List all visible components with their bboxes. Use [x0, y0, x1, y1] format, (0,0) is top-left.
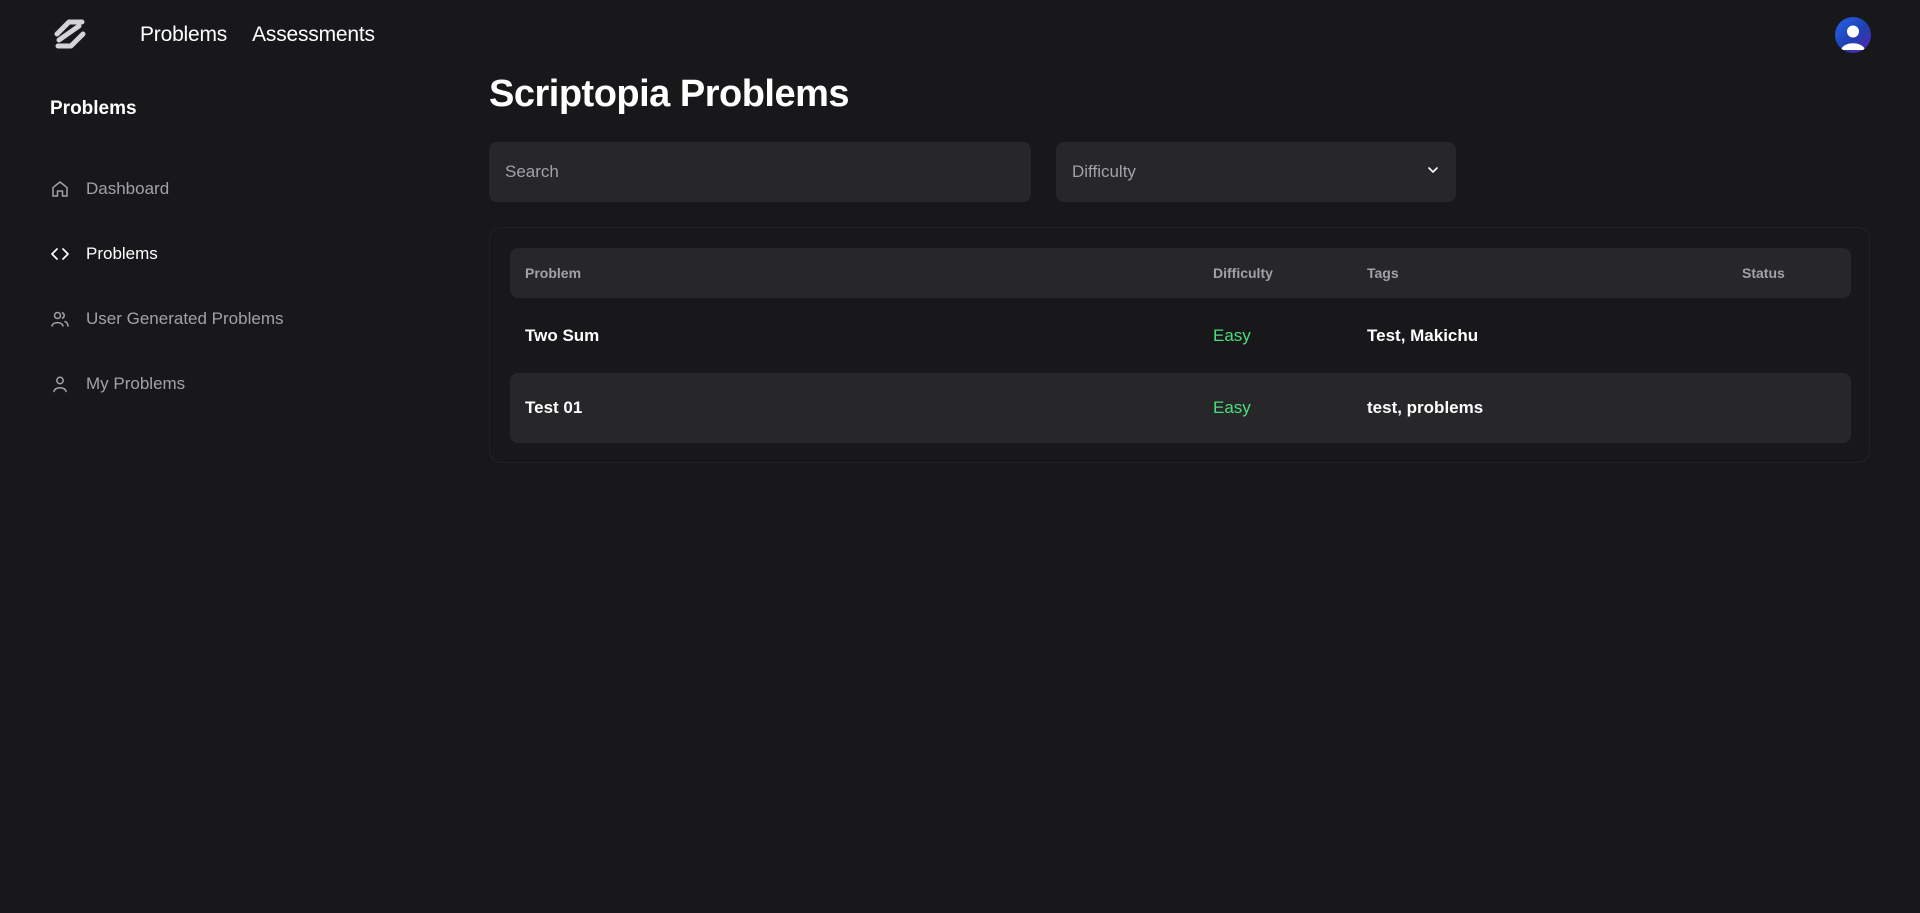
- table-row[interactable]: Two Sum Easy Test, Makichu: [510, 301, 1851, 371]
- sidebar: Problems Dashboard Problems User Generat…: [0, 70, 460, 913]
- search-input[interactable]: Search: [489, 142, 1031, 202]
- user-icon: [50, 374, 70, 394]
- sidebar-item-label: Dashboard: [86, 179, 170, 198]
- home-icon: [50, 179, 70, 199]
- code-icon: [50, 244, 70, 264]
- difficulty-select[interactable]: Difficulty: [1056, 142, 1456, 202]
- users-icon: [50, 309, 70, 329]
- column-header-problem[interactable]: Problem: [525, 248, 581, 298]
- problem-name[interactable]: Two Sum: [525, 301, 599, 371]
- sidebar-item-problems[interactable]: Problems: [50, 239, 158, 269]
- sidebar-item-label: My Problems: [86, 374, 186, 393]
- sidebar-title: Problems: [50, 98, 137, 119]
- problem-tags: test, problems: [1367, 398, 1484, 417]
- problems-table: Problem Difficulty Tags Status Two Sum E…: [489, 227, 1870, 463]
- nav-link-assessments[interactable]: Assessments: [252, 23, 375, 47]
- top-navigation: Problems Assessments: [0, 0, 1920, 70]
- sidebar-item-dashboard[interactable]: Dashboard: [50, 174, 169, 204]
- column-header-status[interactable]: Status: [1742, 248, 1785, 298]
- difficulty-badge: Easy: [1213, 398, 1251, 417]
- sidebar-item-label: Problems: [86, 244, 158, 263]
- table-row[interactable]: Test 01 Easy test, problems: [510, 373, 1851, 443]
- problem-name[interactable]: Test 01: [525, 373, 582, 443]
- difficulty-badge: Easy: [1213, 326, 1251, 345]
- nav-link-problems[interactable]: Problems: [140, 23, 227, 47]
- scriptopia-logo-icon[interactable]: [49, 16, 91, 52]
- user-avatar-icon[interactable]: [1835, 17, 1871, 53]
- page-title: Scriptopia Problems: [489, 73, 850, 115]
- top-nav-links: Problems Assessments: [140, 0, 375, 70]
- problem-tags: Test, Makichu: [1367, 326, 1479, 345]
- sidebar-item-label: User Generated Problems: [86, 309, 284, 328]
- table-header: Problem Difficulty Tags Status: [510, 248, 1851, 298]
- column-header-tags[interactable]: Tags: [1367, 248, 1399, 298]
- sidebar-item-user-generated-problems[interactable]: User Generated Problems: [50, 304, 283, 334]
- sidebar-item-my-problems[interactable]: My Problems: [50, 369, 185, 399]
- chevron-down-icon: [1426, 162, 1440, 182]
- column-header-difficulty[interactable]: Difficulty: [1213, 248, 1273, 298]
- difficulty-select-label: Difficulty: [1072, 162, 1136, 181]
